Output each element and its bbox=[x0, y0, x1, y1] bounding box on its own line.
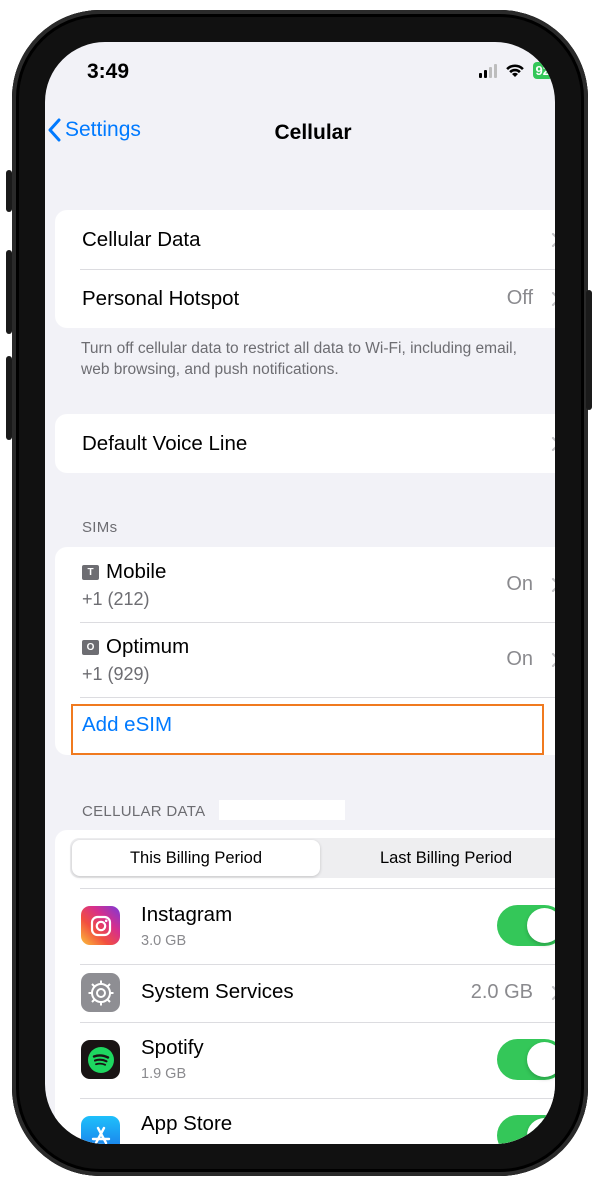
app-usage: 3.0 GB bbox=[141, 933, 187, 949]
personal-hotspot-row[interactable]: Personal Hotspot Off bbox=[55, 269, 555, 328]
battery-badge: 92 bbox=[532, 62, 553, 79]
sim-name: T Mobile bbox=[82, 560, 166, 584]
app-store-icon bbox=[81, 1116, 120, 1144]
app-usage: 1.9 GB bbox=[141, 1066, 187, 1082]
add-esim-button[interactable]: Add eSIM bbox=[82, 713, 172, 737]
chevron-right-icon bbox=[551, 291, 555, 306]
app-name: System Services bbox=[141, 980, 294, 1003]
nav-bar: Settings Cellular bbox=[45, 112, 555, 156]
app-value: 2.0 GB bbox=[470, 981, 533, 1003]
volume-up-button bbox=[6, 250, 12, 334]
wifi-icon bbox=[505, 63, 525, 78]
sim-row[interactable]: O Optimum +1 (929) On bbox=[55, 622, 555, 697]
sim-row[interactable]: T Mobile +1 (212) On bbox=[55, 547, 555, 622]
cellular-footnote: Turn off cellular data to restrict all d… bbox=[81, 340, 517, 378]
cellular-data-row[interactable]: Cellular Data bbox=[55, 210, 555, 269]
app-row-spotify: Spotify 1.9 GB bbox=[55, 1022, 555, 1098]
page-title: Cellular bbox=[274, 121, 352, 144]
toggle-knob bbox=[527, 1042, 555, 1077]
cellular-data-header: CELLULAR DATA bbox=[82, 803, 206, 820]
sim-status: On bbox=[506, 648, 533, 670]
segment-last-billing-period[interactable]: Last Billing Period bbox=[322, 838, 555, 878]
power-button bbox=[586, 290, 592, 410]
status-time: 3:49 bbox=[87, 60, 130, 83]
screen: 3:49 92 Settings Cellular Cellular Data … bbox=[45, 42, 555, 1144]
segment-this-billing-period[interactable]: This Billing Period bbox=[72, 840, 320, 876]
toggle-knob bbox=[527, 1118, 555, 1144]
sim-label: Optimum bbox=[106, 635, 190, 658]
app-name: App Store bbox=[141, 1112, 233, 1135]
spotify-toggle[interactable] bbox=[497, 1039, 555, 1080]
sim-number: +1 (929) bbox=[82, 664, 150, 684]
redacted-area bbox=[219, 800, 345, 820]
row-label: Default Voice Line bbox=[82, 431, 248, 455]
chevron-right-icon bbox=[551, 577, 555, 592]
instagram-toggle[interactable] bbox=[497, 905, 555, 946]
app-name: Instagram bbox=[141, 903, 233, 926]
signal-icon bbox=[478, 63, 497, 78]
app-name: Spotify bbox=[141, 1036, 204, 1059]
status-bar: 3:49 92 bbox=[45, 42, 555, 98]
sim-number: +1 (212) bbox=[82, 589, 150, 609]
app-row-system-services[interactable]: System Services 2.0 GB bbox=[55, 964, 555, 1022]
chevron-right-icon bbox=[551, 232, 555, 247]
chevron-right-icon bbox=[551, 652, 555, 667]
toggle-knob bbox=[527, 908, 555, 943]
row-value: Off bbox=[506, 287, 533, 309]
cellular-data-group: This Billing Period Last Billing Period … bbox=[55, 830, 555, 1144]
volume-down-button bbox=[6, 356, 12, 440]
side-button bbox=[6, 170, 12, 212]
app-row-instagram: Instagram 3.0 GB bbox=[55, 888, 555, 964]
row-label: Personal Hotspot bbox=[82, 286, 240, 310]
chevron-right-icon bbox=[551, 436, 555, 451]
chevron-right-icon bbox=[551, 985, 555, 1001]
app-row-app-store: App Store bbox=[55, 1098, 555, 1144]
voice-line-group: Default Voice Line bbox=[55, 414, 555, 473]
gear-icon bbox=[81, 973, 120, 1012]
sim-status: On bbox=[506, 573, 533, 595]
spotify-icon bbox=[81, 1040, 120, 1079]
sims-header: SIMs bbox=[82, 519, 118, 536]
sims-group: T Mobile +1 (212) On O Optimum +1 (929) … bbox=[55, 547, 555, 755]
status-icons: 92 bbox=[478, 62, 553, 79]
cellular-settings-group: Cellular Data Personal Hotspot Off bbox=[55, 210, 555, 328]
sim-badge-icon: T bbox=[82, 564, 99, 580]
instagram-icon bbox=[81, 906, 120, 945]
sim-name: O Optimum bbox=[82, 635, 189, 659]
sim-label: Mobile bbox=[106, 560, 167, 583]
sim-badge-icon: O bbox=[82, 639, 99, 655]
add-esim-row[interactable]: Add eSIM bbox=[55, 697, 555, 755]
app-store-toggle[interactable] bbox=[497, 1115, 555, 1144]
default-voice-line-row[interactable]: Default Voice Line bbox=[55, 414, 555, 473]
row-label: Cellular Data bbox=[82, 227, 201, 251]
billing-period-control: This Billing Period Last Billing Period bbox=[70, 838, 555, 878]
